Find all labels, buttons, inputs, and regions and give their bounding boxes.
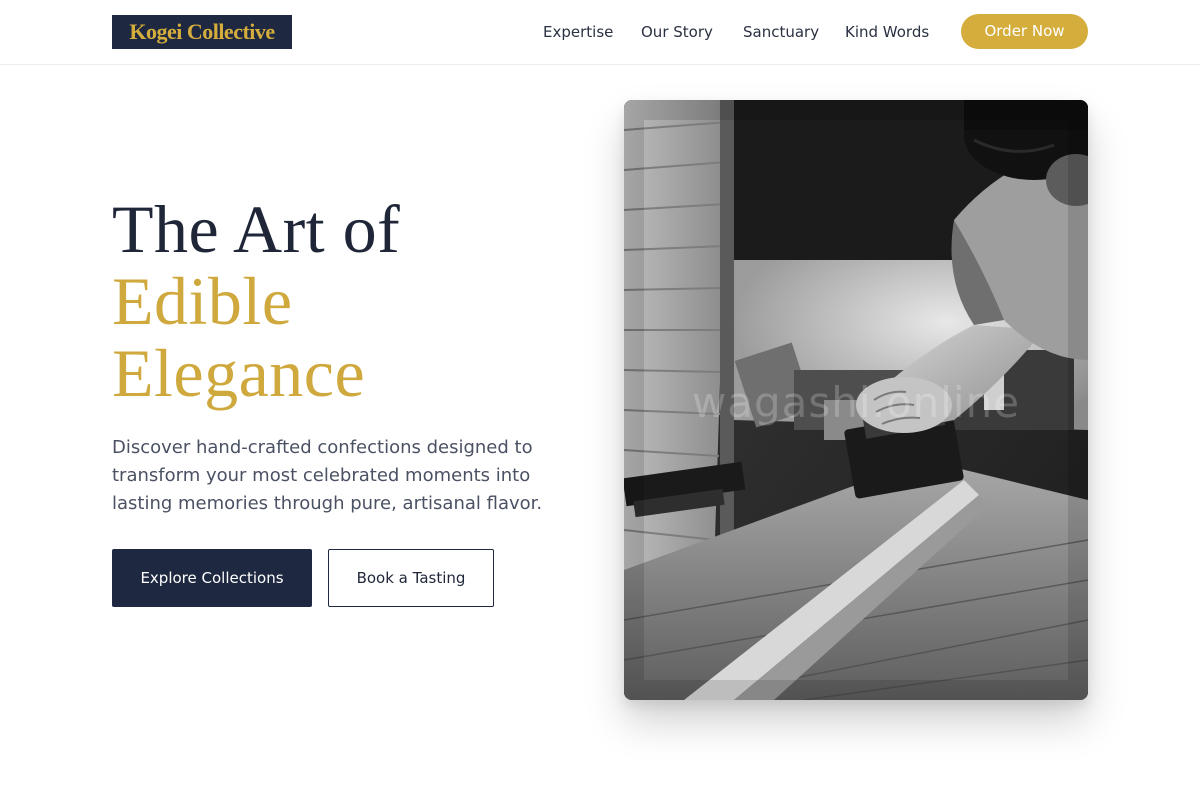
nav-link-sanctuary[interactable]: Sanctuary <box>743 22 819 42</box>
hero-title: The Art of Edible Elegance <box>112 193 592 409</box>
image-watermark: wagashi.online <box>691 378 1021 427</box>
brand-logo[interactable]: Kogei Collective <box>112 15 292 49</box>
hero-title-line-3: Elegance <box>112 335 366 411</box>
nav-link-kind-words[interactable]: Kind Words <box>845 22 929 42</box>
nav-link-our-story[interactable]: Our Story <box>641 22 713 42</box>
explore-collections-button[interactable]: Explore Collections <box>112 549 312 607</box>
hero-title-line-2: Edible <box>112 263 293 339</box>
nav-link-expertise[interactable]: Expertise <box>543 22 613 42</box>
order-now-button[interactable]: Order Now <box>961 14 1088 49</box>
hero-image: wagashi.online <box>624 100 1088 700</box>
hero-title-line-1: The Art of <box>112 191 401 267</box>
site-header: Kogei Collective Expertise Our Story San… <box>0 0 1200 65</box>
book-tasting-button[interactable]: Book a Tasting <box>328 549 494 607</box>
hero-subtitle: Discover hand-crafted confections design… <box>112 437 543 514</box>
